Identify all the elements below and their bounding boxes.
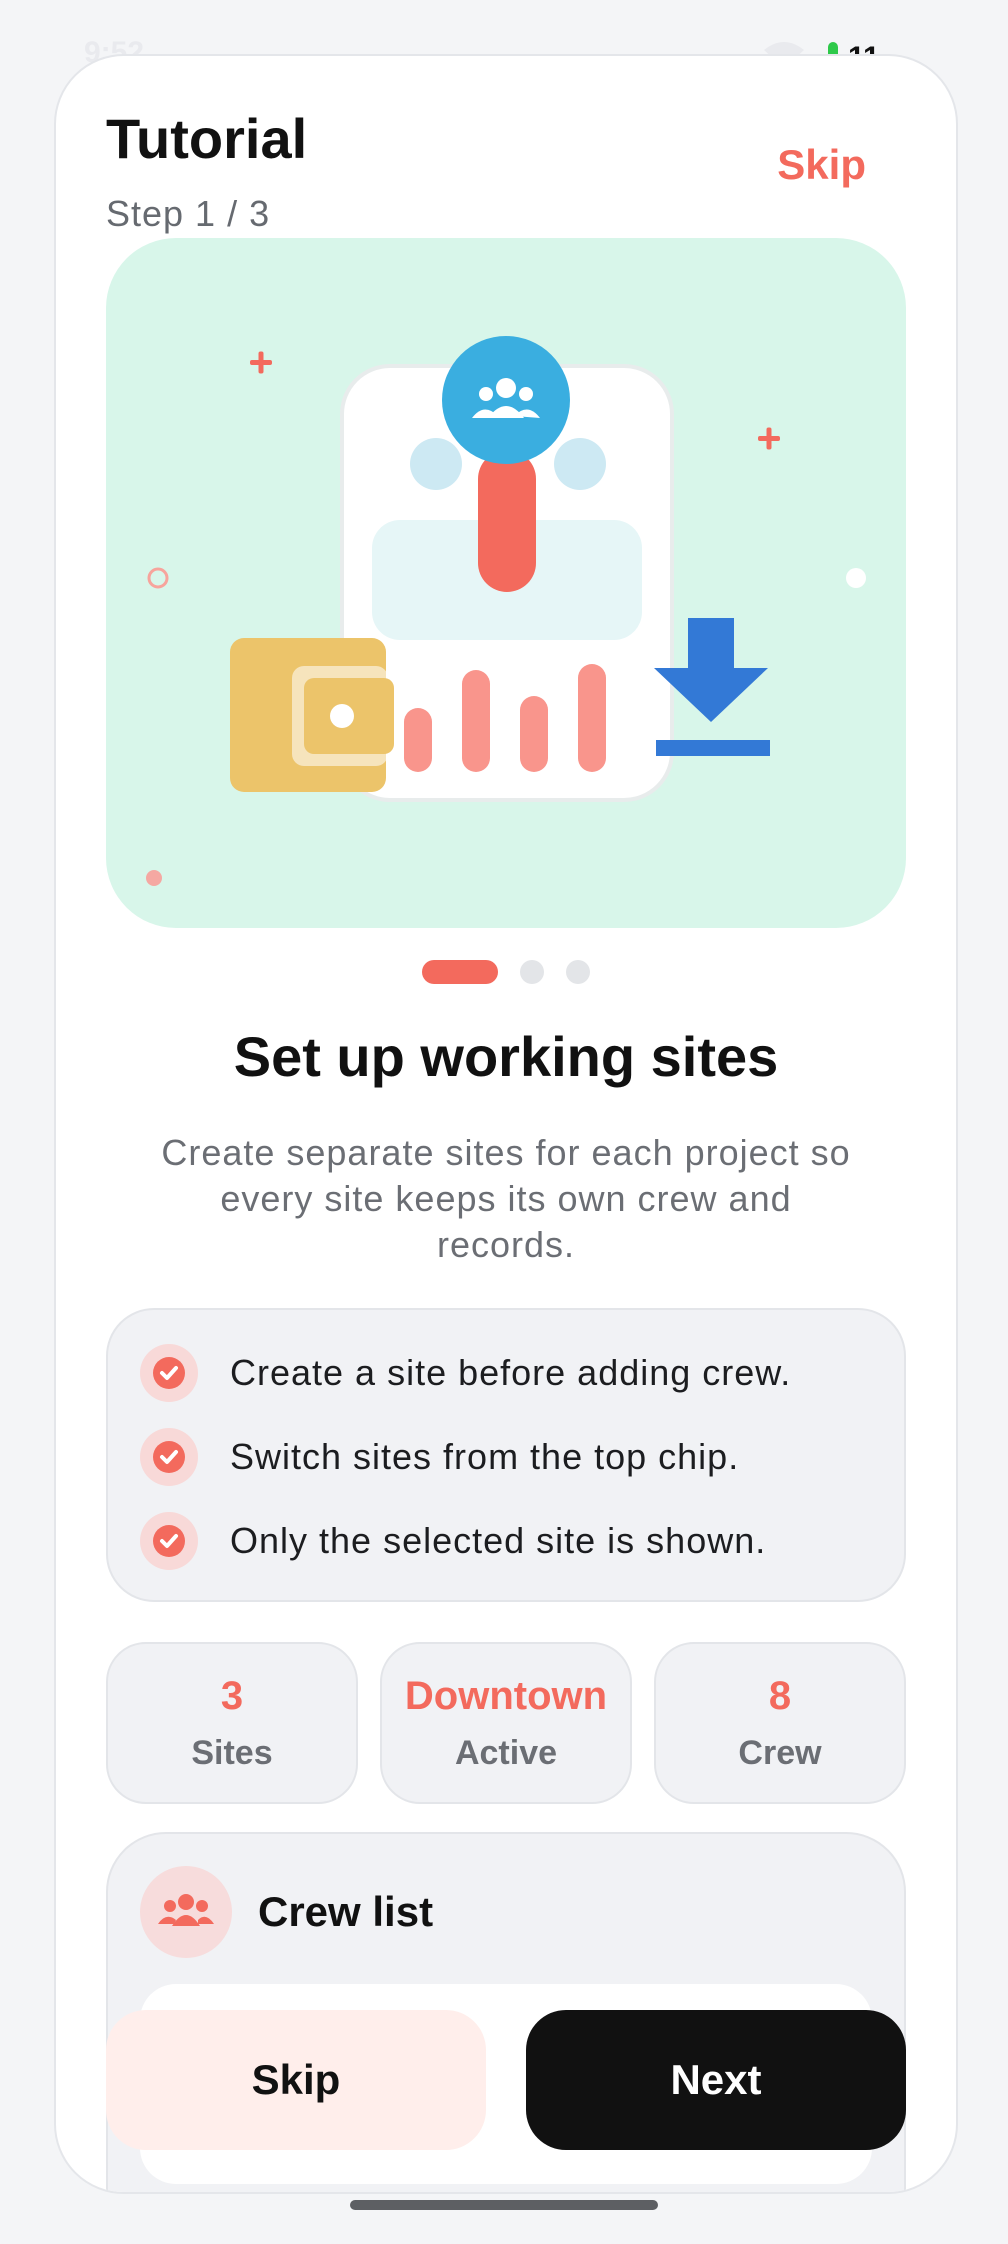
dot-decor-icon bbox=[846, 568, 866, 588]
checklist-card: Create a site before adding crew. Switch… bbox=[106, 1308, 906, 1602]
page-indicator bbox=[56, 960, 956, 986]
page-title: Tutorial bbox=[106, 107, 308, 170]
stat-sites: 3 Sites bbox=[106, 1642, 358, 1804]
step-description: Create separate sites for each project s… bbox=[161, 1132, 851, 1265]
stat-value: 3 bbox=[220, 1674, 244, 1718]
group-icon bbox=[442, 336, 570, 464]
next-button[interactable]: Next bbox=[526, 2010, 906, 2150]
ring-decor-icon bbox=[147, 567, 169, 589]
check-icon bbox=[140, 1428, 198, 1486]
checklist-text: Only the selected site is shown. bbox=[230, 1520, 767, 1561]
hero-illustration bbox=[106, 238, 906, 928]
step-indicator: Step 1 / 3 bbox=[106, 193, 271, 234]
page-dot bbox=[566, 960, 590, 984]
tutorial-card: Tutorial Step 1 / 3 Skip Set up working … bbox=[54, 54, 958, 2194]
page-dot-active bbox=[422, 960, 498, 984]
wallet-icon bbox=[230, 638, 394, 792]
stat-value: 8 bbox=[768, 1674, 792, 1718]
home-indicator[interactable] bbox=[350, 2200, 658, 2210]
group-icon bbox=[140, 1866, 232, 1958]
stat-active-site: Downtown Active bbox=[380, 1642, 632, 1804]
stat-label: Sites bbox=[191, 1734, 273, 1772]
page-dot bbox=[520, 960, 544, 984]
checklist-text: Switch sites from the top chip. bbox=[230, 1436, 740, 1477]
stat-label: Crew bbox=[738, 1734, 822, 1772]
dot-decor-icon bbox=[146, 870, 162, 886]
stat-label: Active bbox=[454, 1734, 558, 1772]
skip-link-top[interactable]: Skip bbox=[777, 141, 866, 189]
step-headline: Set up working sites bbox=[233, 1025, 779, 1088]
crew-list-title: Crew list bbox=[258, 1888, 434, 1935]
stat-value: Downtown bbox=[404, 1674, 608, 1718]
illustration-graphic bbox=[146, 336, 866, 886]
checklist-text: Create a site before adding crew. bbox=[230, 1352, 792, 1393]
skip-button[interactable]: Skip bbox=[106, 2010, 486, 2150]
check-icon bbox=[140, 1512, 198, 1570]
stat-crew: 8 Crew bbox=[654, 1642, 906, 1804]
check-icon bbox=[140, 1344, 198, 1402]
